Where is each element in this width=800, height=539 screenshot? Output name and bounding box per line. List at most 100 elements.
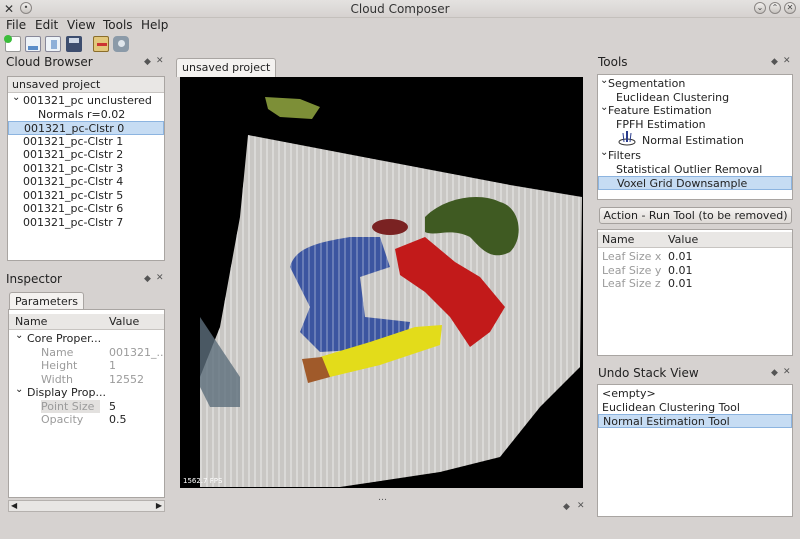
- close-button[interactable]: ✕: [784, 2, 796, 14]
- cloud-browser-item[interactable]: 001321_pc-Clstr 3: [8, 162, 164, 176]
- red-knot: [372, 219, 408, 235]
- param-value[interactable]: 0.01: [668, 264, 693, 277]
- col-value: Value: [109, 315, 140, 328]
- tools-item[interactable]: Voxel Grid Downsample: [598, 176, 792, 190]
- table-normals: [200, 135, 582, 487]
- dock-close-icon[interactable]: ✕: [156, 273, 164, 283]
- cloud-browser-item-label: 001321_pc-Clstr 7: [23, 215, 124, 229]
- tools-item[interactable]: Statistical Outlier Removal: [598, 163, 792, 177]
- tools-item-label: Normal Estimation: [642, 134, 744, 147]
- dock-close-icon[interactable]: ✕: [156, 56, 164, 66]
- cloud-browser-item-label: 001321_pc-Clstr 0: [24, 122, 125, 135]
- menu-file[interactable]: File: [6, 18, 26, 32]
- param-value[interactable]: 0.01: [668, 250, 693, 263]
- property-value: 5: [109, 399, 116, 413]
- cloud-browser-item[interactable]: 001321_pc-Clstr 6: [8, 202, 164, 216]
- menu-view[interactable]: View: [67, 18, 95, 32]
- dock-float-icon[interactable]: ◆: [144, 57, 151, 67]
- cloud-browser-item[interactable]: 001321_pc-Clstr 2: [8, 148, 164, 162]
- undo-item-label: <empty>: [602, 387, 656, 400]
- tool-param-row[interactable]: Leaf Size z 0.01: [598, 277, 792, 291]
- cloud-browser-item-label: 001321_pc-Clstr 6: [23, 202, 124, 215]
- bottom-dock-area: [175, 512, 588, 518]
- run-tool-button[interactable]: Action - Run Tool (to be removed): [599, 207, 792, 224]
- property-name: Name: [41, 345, 74, 359]
- tools-item[interactable]: ⌄ Filters: [598, 147, 792, 163]
- inspector-row[interactable]: ⌄ Display Prop...: [9, 384, 164, 400]
- cloud-browser-item-label: 001321_pc-Clstr 2: [23, 148, 124, 161]
- new-project-icon[interactable]: [4, 35, 21, 52]
- export-icon[interactable]: [93, 36, 109, 52]
- dock-close-icon[interactable]: ✕: [783, 367, 791, 377]
- title-bar: ✕ • Cloud Composer ⌄ ⌃ ✕: [0, 0, 800, 18]
- dock-close-icon[interactable]: ✕: [783, 56, 791, 66]
- inspector-row[interactable]: Height 1: [9, 359, 164, 373]
- property-name: Point Size: [41, 399, 101, 413]
- property-value: 0.5: [109, 413, 127, 426]
- tools-item[interactable]: ⌄ Feature Estimation: [598, 102, 792, 118]
- save-icon[interactable]: [66, 36, 82, 52]
- undo-item[interactable]: Euclidean Clustering Tool: [598, 401, 792, 415]
- open-project-icon[interactable]: [45, 36, 61, 52]
- inspector-row[interactable]: Point Size 5: [9, 399, 164, 414]
- point-cloud-render[interactable]: 1562.7 FPS: [180, 77, 583, 488]
- inspector-scrollbar[interactable]: ◀ ▶: [8, 500, 165, 512]
- tab-unsaved-project[interactable]: unsaved project: [176, 58, 277, 77]
- expand-icon[interactable]: ⌄: [15, 384, 23, 395]
- viewer-splitter-handle[interactable]: …: [378, 493, 387, 503]
- menu-edit[interactable]: Edit: [35, 18, 58, 32]
- expand-icon[interactable]: ⌄: [15, 330, 23, 341]
- toolbar: [0, 34, 800, 54]
- cloud-browser-item[interactable]: 001321_pc-Clstr 7: [8, 216, 164, 230]
- cloud-browser-item[interactable]: ⌄ 001321_pc unclustered: [8, 92, 164, 108]
- camera-icon[interactable]: [113, 36, 129, 52]
- tools-item[interactable]: Normal Estimation: [598, 131, 792, 149]
- property-value: 12552: [109, 372, 144, 386]
- cloud-browser-item[interactable]: Normals r=0.02: [8, 108, 164, 122]
- dock-close-icon[interactable]: ✕: [577, 501, 585, 511]
- tools-item[interactable]: ⌄ Segmentation: [598, 75, 792, 91]
- tool-param-row[interactable]: Leaf Size y 0.01: [598, 264, 792, 278]
- scroll-right-icon[interactable]: ▶: [156, 501, 162, 510]
- undo-title: Undo Stack View: [598, 366, 699, 380]
- tools-item-label: Filters: [608, 149, 641, 162]
- cloud-browser-item[interactable]: 001321_pc-Clstr 5: [8, 189, 164, 203]
- cloud-browser-item[interactable]: 001321_pc-Clstr 1: [8, 135, 164, 149]
- minimize-button[interactable]: ⌄: [754, 2, 766, 14]
- cloud-browser-title: Cloud Browser: [6, 55, 93, 69]
- col-value: Value: [668, 233, 699, 246]
- inspector-title: Inspector: [6, 272, 62, 286]
- tools-item-label: Statistical Outlier Removal: [616, 162, 763, 176]
- green-object: [265, 97, 320, 119]
- tools-item-label: Euclidean Clustering: [616, 90, 730, 104]
- cloud-browser-item[interactable]: 001321_pc-Clstr 4: [8, 175, 164, 189]
- maximize-button[interactable]: ⌃: [769, 2, 781, 14]
- inspector-row[interactable]: Opacity 0.5: [9, 413, 164, 427]
- col-name: Name: [15, 315, 48, 328]
- inspector-row[interactable]: Name 001321_...: [9, 346, 164, 360]
- tools-item-label: Voxel Grid Downsample: [617, 177, 748, 190]
- property-name: Core Proper...: [27, 332, 102, 345]
- dock-float-icon[interactable]: ◆: [563, 502, 570, 512]
- property-name: Width: [41, 372, 73, 386]
- menu-tools[interactable]: Tools: [103, 18, 133, 32]
- tools-item[interactable]: Euclidean Clustering: [598, 91, 792, 105]
- cloud-browser-item[interactable]: 001321_pc-Clstr 0: [8, 121, 164, 135]
- undo-item[interactable]: Normal Estimation Tool: [598, 414, 792, 428]
- inspector-row[interactable]: Width 12552: [9, 373, 164, 387]
- inspector-row[interactable]: ⌄ Core Proper...: [9, 330, 164, 346]
- dock-float-icon[interactable]: ◆: [771, 368, 778, 378]
- expand-icon[interactable]: ⌄: [12, 92, 20, 103]
- undo-item[interactable]: <empty>: [598, 387, 792, 401]
- dock-float-icon[interactable]: ◆: [144, 274, 151, 284]
- point-cloud-viewer[interactable]: 1562.7 FPS: [180, 77, 583, 488]
- property-value: 001321_...: [109, 345, 165, 359]
- menu-help[interactable]: Help: [141, 18, 168, 32]
- tools-item-label: Segmentation: [608, 77, 686, 90]
- tool-param-row[interactable]: Leaf Size x 0.01: [598, 250, 792, 264]
- open-cloud-icon[interactable]: [25, 36, 41, 52]
- scroll-left-icon[interactable]: ◀: [11, 501, 17, 510]
- param-value[interactable]: 0.01: [668, 277, 693, 290]
- tab-parameters[interactable]: Parameters: [9, 292, 84, 309]
- dock-float-icon[interactable]: ◆: [771, 57, 778, 67]
